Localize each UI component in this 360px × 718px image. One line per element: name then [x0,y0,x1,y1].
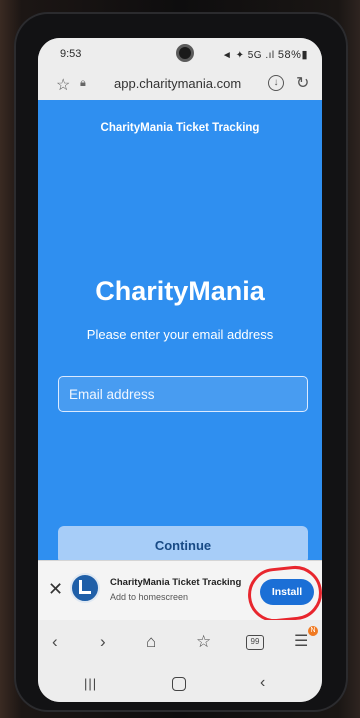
install-subtitle: Add to homescreen [110,592,189,602]
install-prompt-bar: ✕ CharityMania Ticket Tracking Add to ho… [38,560,322,625]
browser-toolbar: ‹ › ⌂ ☆ 99 ☰ N [38,620,322,668]
phone-screen: 9:53 ◄ ✦ 5G .ıl 58%▮ ☆ 🔒︎ app.charityman… [38,38,322,702]
close-icon[interactable]: ✕ [48,579,63,600]
continue-button[interactable]: Continue [58,526,308,564]
status-icons: ◄ ✦ 5G .ıl 58%▮ [222,48,308,61]
status-bar: 9:53 ◄ ✦ 5G .ıl 58%▮ [38,38,322,70]
url-field[interactable]: app.charitymania.com [114,76,241,91]
menu-icon[interactable]: ☰ [294,632,308,652]
status-time: 9:53 [60,48,82,60]
address-bar: ☆ 🔒︎ app.charitymania.com ↓ ↻ [38,70,322,100]
web-content: CharityMania Ticket Tracking CharityMani… [38,100,322,600]
nav-back-icon[interactable]: ‹ [260,674,265,692]
app-logo [70,573,100,603]
battery-level: 58%▮ [277,49,308,61]
download-icon[interactable]: ↓ [268,75,284,91]
lock-icon[interactable]: 🔒︎ [80,77,86,90]
red-circle-annotation [245,563,322,625]
android-nav-bar: ||| ‹ [38,668,322,702]
bookmarks-icon[interactable]: ☆ [196,632,211,652]
refresh-icon[interactable]: ↻ [296,73,309,93]
star-icon[interactable]: ☆ [56,75,70,95]
brand-title: CharityMania [95,276,265,306]
forward-icon[interactable]: › [100,632,106,652]
page-header: CharityMania Ticket Tracking [100,122,260,134]
back-icon[interactable]: ‹ [52,632,58,652]
email-input[interactable] [58,376,308,412]
install-app-name: CharityMania Ticket Tracking [110,577,242,588]
signal-icons: ◄ ✦ 5G .ıl [221,50,275,61]
front-camera [176,44,194,62]
recents-icon[interactable]: ||| [84,676,97,691]
home-icon[interactable]: ⌂ [146,632,156,652]
tabs-icon[interactable]: 99 [246,635,264,650]
notification-badge: N [308,626,318,636]
logo-mark [79,580,91,594]
email-prompt: Please enter your email address [86,327,274,342]
home-button-icon[interactable] [172,677,186,691]
